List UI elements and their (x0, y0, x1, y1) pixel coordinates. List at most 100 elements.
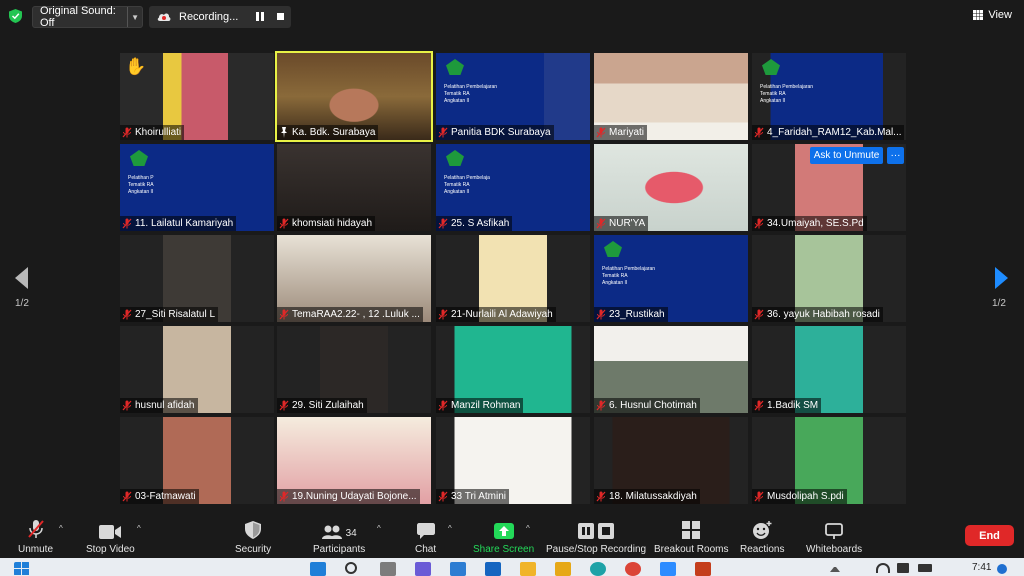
teams-chat-icon[interactable] (415, 562, 431, 576)
share-screen-icon (493, 523, 514, 539)
battery-icon[interactable] (918, 564, 932, 572)
participant-tile[interactable]: Pelatihan P Tematik RA Angkatan II 11. Lail… (120, 144, 274, 231)
participant-tile[interactable]: husnul afidah (120, 326, 274, 413)
slide-text-line: Angkatan II (760, 98, 786, 104)
chrome-browser-icon[interactable] (625, 562, 641, 576)
next-page-arrow-icon[interactable] (994, 267, 1008, 289)
participant-name-label: NUR'YA (594, 216, 649, 231)
ask-to-unmute-button[interactable]: Ask to Unmute (810, 147, 883, 164)
page-indicator-left: 1/2 (15, 298, 29, 309)
muted-mic-icon (596, 400, 606, 411)
participant-tile[interactable]: NUR'YA (594, 144, 748, 231)
participant-name-label: 25. S Asfikah (436, 216, 513, 231)
participants-options-chevron-up-icon[interactable]: ^ (377, 524, 381, 533)
raised-hand-icon: ✋ (125, 57, 147, 76)
participant-tile[interactable]: 33 Tri Atmini (436, 417, 590, 504)
muted-mic-icon (279, 218, 289, 229)
recording-cloud-icon (157, 13, 171, 21)
edge-browser-icon[interactable] (590, 562, 606, 576)
participants-button[interactable]: 34 Participants (313, 519, 365, 555)
zoom-app-icon[interactable] (660, 562, 676, 576)
audio-options-chevron-up-icon[interactable]: ^ (59, 524, 63, 533)
participant-name-label: 11. Lailatul Kamariyah (120, 216, 237, 231)
participant-tile[interactable]: TemaRAA2.22- , 12 .Luluk ... (277, 235, 431, 322)
participant-tile[interactable]: Musdolipah S.pdi (752, 417, 906, 504)
participant-name: 6. Husnul Chotimah (609, 400, 697, 411)
slide-text-line: Tematik RA (602, 273, 628, 279)
slide-text-line: Pelatihan Pembelaja (444, 175, 490, 181)
participant-name: NUR'YA (609, 218, 646, 229)
whiteboards-button[interactable]: Whiteboards (806, 519, 862, 555)
participant-tile[interactable]: 36. yayuk Habibah rosadi (752, 235, 906, 322)
chat-options-chevron-up-icon[interactable]: ^ (448, 524, 452, 533)
stop-video-button[interactable]: Stop Video (86, 519, 135, 555)
powerpoint-icon[interactable] (695, 562, 711, 576)
participant-tile[interactable]: Manzil Rohman (436, 326, 590, 413)
slide-text-line: Tematik RA (444, 182, 470, 188)
previous-page-arrow-icon[interactable] (15, 267, 29, 289)
participant-name-label: 34.Umaiyah, SE.S.Pd (752, 216, 867, 231)
more-options-button[interactable]: ··· (887, 147, 904, 164)
participant-tile[interactable]: Ka. Bdk. Surabaya (275, 51, 433, 142)
slide-text-line: Tematik RA (444, 91, 470, 97)
file-explorer-icon[interactable] (520, 562, 536, 576)
participant-tile[interactable]: 19.Nuning Udayati Bojone... (277, 417, 431, 504)
view-label[interactable]: View (988, 9, 1012, 21)
participant-name-label: Musdolipah S.pdi (752, 489, 847, 504)
pause-recording-icon[interactable] (256, 12, 264, 21)
participant-name: Musdolipah S.pdi (767, 491, 844, 502)
muted-mic-icon (438, 218, 448, 229)
participant-tile[interactable]: 1.Badik SM (752, 326, 906, 413)
share-screen-button[interactable]: Share Screen (473, 519, 534, 555)
participant-tile[interactable]: 18. Milatussakdiyah (594, 417, 748, 504)
participant-tile[interactable]: ✋ Khoirulliati (120, 53, 274, 140)
breakout-rooms-button[interactable]: Breakout Rooms (654, 519, 728, 555)
participant-tile[interactable]: Pelatihan Pembelajaran Tematik RA Angkatan… (436, 53, 590, 140)
folder-icon[interactable] (555, 562, 571, 576)
task-view-icon[interactable] (380, 562, 396, 576)
start-menu-icon[interactable] (310, 562, 326, 576)
system-tray-chevron-up-icon[interactable] (830, 564, 840, 572)
pause-stop-recording-button[interactable]: Pause/Stop Recording (546, 519, 646, 555)
chevron-down-icon[interactable]: ▼ (128, 13, 142, 22)
participant-name-label: husnul afidah (120, 398, 198, 413)
taskbar-clock[interactable]: 7:41 (972, 562, 991, 573)
recording-indicator: Recording... (149, 6, 291, 28)
search-icon[interactable] (345, 562, 357, 574)
participant-tile[interactable]: Pelatihan Pembelajaran Tematik RA Angkatan… (752, 53, 906, 140)
participant-name: 29. Siti Zulaihah (292, 400, 364, 411)
slide-text-line: Pelatihan P (128, 175, 154, 181)
share-options-chevron-up-icon[interactable]: ^ (526, 524, 530, 533)
original-sound-dropdown[interactable]: Original Sound: Off ▼ (32, 5, 143, 29)
reactions-button[interactable]: Reactions (740, 519, 784, 555)
stop-recording-icon[interactable] (277, 13, 284, 20)
mail-icon[interactable] (485, 562, 501, 576)
chat-button[interactable]: Chat (415, 519, 436, 555)
video-options-chevron-up-icon[interactable]: ^ (137, 524, 141, 533)
muted-mic-icon (596, 127, 606, 138)
participant-tile[interactable]: Pelatihan Pembelajaran Tematik RA Angkatan… (594, 235, 748, 322)
meeting-controls: Unmute ^ Stop Video ^ Security 34 Partic… (0, 514, 1024, 558)
participant-name: 33 Tri Atmini (451, 491, 507, 502)
encryption-shield-icon[interactable] (9, 9, 22, 23)
participant-tile[interactable]: 6. Husnul Chotimah (594, 326, 748, 413)
participant-tile[interactable]: 03-Fatmawati (120, 417, 274, 504)
store-icon[interactable] (450, 562, 466, 576)
participant-tile[interactable]: Mariyati (594, 53, 748, 140)
original-sound-label[interactable]: Original Sound: Off (33, 5, 129, 29)
participant-tile[interactable]: 27_Siti Risalatul L (120, 235, 274, 322)
wifi-icon[interactable] (876, 563, 890, 573)
unmute-button[interactable]: Unmute (18, 519, 53, 555)
muted-mic-icon (596, 218, 606, 229)
participant-name: 03-Fatmawati (135, 491, 196, 502)
end-meeting-button[interactable]: End (965, 525, 1014, 546)
notification-badge-icon[interactable] (997, 564, 1007, 574)
security-button[interactable]: Security (235, 519, 271, 555)
participant-tile[interactable]: Pelatihan Pembelaja Tematik RA Angkatan II… (436, 144, 590, 231)
windows-start-icon[interactable] (14, 562, 30, 576)
participant-tile[interactable]: khomsiati hidayah (277, 144, 431, 231)
participant-tile[interactable]: 21-Nurlaili Al Adawiyah (436, 235, 590, 322)
speaker-icon[interactable] (897, 563, 909, 573)
participant-tile[interactable]: 29. Siti Zulaihah (277, 326, 431, 413)
view-button[interactable]: View (973, 9, 1012, 21)
